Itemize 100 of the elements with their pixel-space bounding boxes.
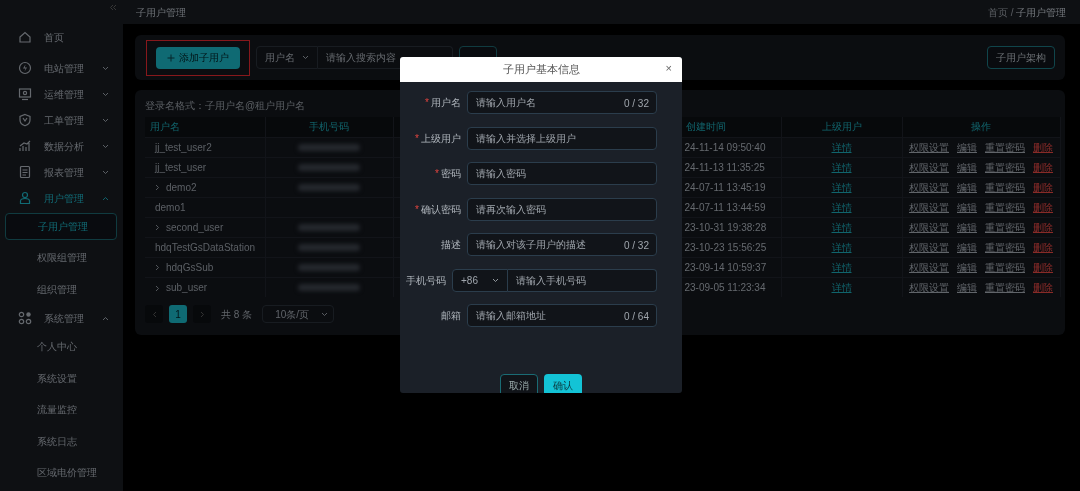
- chevron-down-icon: [492, 277, 499, 283]
- action-link[interactable]: 重置密码: [985, 201, 1025, 213]
- action-link[interactable]: 重置密码: [985, 181, 1025, 193]
- delete-link[interactable]: 删除: [1033, 201, 1053, 213]
- details-link[interactable]: 详情: [831, 221, 852, 233]
- action-link[interactable]: 权限设置: [909, 261, 949, 273]
- delete-link[interactable]: 删除: [1033, 261, 1053, 273]
- structure-button[interactable]: 子用户架构: [987, 46, 1055, 69]
- table-cell: demo1: [145, 197, 265, 217]
- delete-link[interactable]: 删除: [1033, 241, 1053, 253]
- character-counter: 0 / 64: [623, 310, 649, 324]
- search-type-select[interactable]: 用户名: [256, 46, 318, 69]
- action-link[interactable]: 重置密码: [985, 261, 1025, 273]
- action-link[interactable]: 重置密码: [985, 161, 1025, 173]
- sidebar-item[interactable]: 报表管理: [0, 159, 123, 185]
- action-link[interactable]: 编辑: [957, 281, 977, 293]
- action-link[interactable]: 权限设置: [909, 181, 949, 193]
- user-name: second_user: [166, 221, 224, 233]
- delete-link[interactable]: 删除: [1033, 181, 1053, 193]
- sidebar-item[interactable]: 运维管理: [0, 81, 123, 107]
- table-cell: jj_test_user: [145, 157, 265, 177]
- sidebar-subitem[interactable]: 子用户管理: [5, 213, 117, 240]
- sidebar-item[interactable]: 用户管理: [0, 185, 123, 211]
- home-icon: [18, 30, 32, 44]
- expand-chevron-icon[interactable]: [155, 264, 160, 272]
- input-field[interactable]: 请输入密码: [467, 162, 657, 185]
- field-label: 用户名: [431, 96, 461, 110]
- country-code-select[interactable]: +86: [452, 268, 508, 292]
- action-link[interactable]: 重置密码: [985, 141, 1025, 153]
- add-sub-user-button[interactable]: 添加子用户: [156, 46, 240, 69]
- required-mark: *: [435, 167, 439, 181]
- sidebar-item[interactable]: 工单管理: [0, 107, 123, 133]
- details-link[interactable]: 详情: [831, 241, 852, 253]
- chevron-right-icon: [199, 310, 205, 318]
- total-count: 共 8 条: [221, 307, 253, 322]
- user-name: hdqGsSub: [166, 261, 214, 273]
- field-label: 邮箱: [441, 309, 461, 323]
- details-link[interactable]: 详情: [831, 201, 852, 213]
- delete-link[interactable]: 删除: [1033, 281, 1053, 293]
- action-link[interactable]: 编辑: [957, 221, 977, 233]
- plus-icon: [167, 53, 175, 62]
- details-link[interactable]: 详情: [831, 181, 852, 193]
- sidebar-item[interactable]: 电站管理: [0, 55, 123, 81]
- close-button[interactable]: ×: [665, 63, 672, 74]
- column-header: 手机号码: [265, 117, 393, 137]
- sidebar-subitem[interactable]: 组织管理: [0, 273, 123, 305]
- page-number-button[interactable]: 1: [169, 305, 187, 323]
- details-link[interactable]: 详情: [831, 161, 852, 173]
- sidebar-item[interactable]: 系统管理: [0, 305, 123, 331]
- action-link[interactable]: 编辑: [957, 261, 977, 273]
- column-header: 用户名: [145, 117, 265, 137]
- delete-link[interactable]: 删除: [1033, 161, 1053, 173]
- action-link[interactable]: 编辑: [957, 181, 977, 193]
- sidebar-subitem[interactable]: 系统设置: [0, 362, 123, 394]
- required-mark: *: [425, 96, 429, 110]
- sidebar-subitem[interactable]: 权限组管理: [0, 242, 123, 274]
- input-field[interactable]: 请再次输入密码: [467, 197, 657, 221]
- phone-field[interactable]: 请输入手机号码: [508, 268, 657, 292]
- document-icon: [18, 165, 32, 179]
- table-cell: jj_test_user2: [145, 137, 265, 157]
- action-link[interactable]: 重置密码: [985, 241, 1025, 253]
- monitor-icon: [18, 87, 32, 101]
- sidebar-item[interactable]: 首页: [0, 24, 123, 50]
- details-link[interactable]: 详情: [831, 281, 852, 293]
- details-link[interactable]: 详情: [831, 141, 852, 153]
- breadcrumb-current: 子用户管理: [1016, 5, 1066, 20]
- field-label: 上级用户: [421, 131, 461, 146]
- breadcrumb-separator: /: [1010, 5, 1014, 20]
- expand-chevron-icon[interactable]: [155, 184, 160, 192]
- delete-link[interactable]: 删除: [1033, 141, 1053, 153]
- page-size-select[interactable]: 10条/页: [262, 305, 335, 323]
- lightning-icon: [18, 61, 32, 75]
- action-link[interactable]: 重置密码: [985, 221, 1025, 233]
- breadcrumb-link[interactable]: 首页: [988, 4, 1009, 20]
- chevron-down-icon: [321, 311, 329, 317]
- action-link[interactable]: 重置密码: [985, 281, 1025, 293]
- sidebar-subitem[interactable]: 系统日志: [0, 425, 123, 457]
- confirm-button[interactable]: 确认: [544, 373, 582, 393]
- action-link[interactable]: 权限设置: [909, 201, 949, 213]
- cancel-button[interactable]: 取消: [500, 373, 538, 393]
- action-link[interactable]: 权限设置: [909, 221, 949, 233]
- field-label: 确认密码: [421, 202, 461, 217]
- input-field[interactable]: 请输入并选择上级用户: [467, 126, 657, 150]
- search-field[interactable]: 请输入搜索内容: [318, 46, 453, 69]
- action-link[interactable]: 编辑: [957, 141, 977, 153]
- sidebar-item[interactable]: 数据分析: [0, 133, 123, 159]
- expand-chevron-icon[interactable]: [155, 284, 160, 292]
- sidebar-subitem[interactable]: 个人中心: [0, 331, 123, 363]
- action-link[interactable]: 权限设置: [909, 141, 949, 153]
- details-link[interactable]: 详情: [831, 261, 852, 273]
- action-link[interactable]: 权限设置: [909, 281, 949, 293]
- action-link[interactable]: 权限设置: [909, 241, 949, 253]
- sidebar-subitem[interactable]: 流量监控: [0, 394, 123, 426]
- expand-chevron-icon[interactable]: [155, 224, 160, 232]
- sidebar-subitem[interactable]: 区域电价管理: [0, 457, 123, 489]
- delete-link[interactable]: 删除: [1033, 221, 1053, 233]
- action-link[interactable]: 权限设置: [909, 161, 949, 173]
- action-link[interactable]: 编辑: [957, 241, 977, 253]
- action-link[interactable]: 编辑: [957, 201, 977, 213]
- action-link[interactable]: 编辑: [957, 161, 977, 173]
